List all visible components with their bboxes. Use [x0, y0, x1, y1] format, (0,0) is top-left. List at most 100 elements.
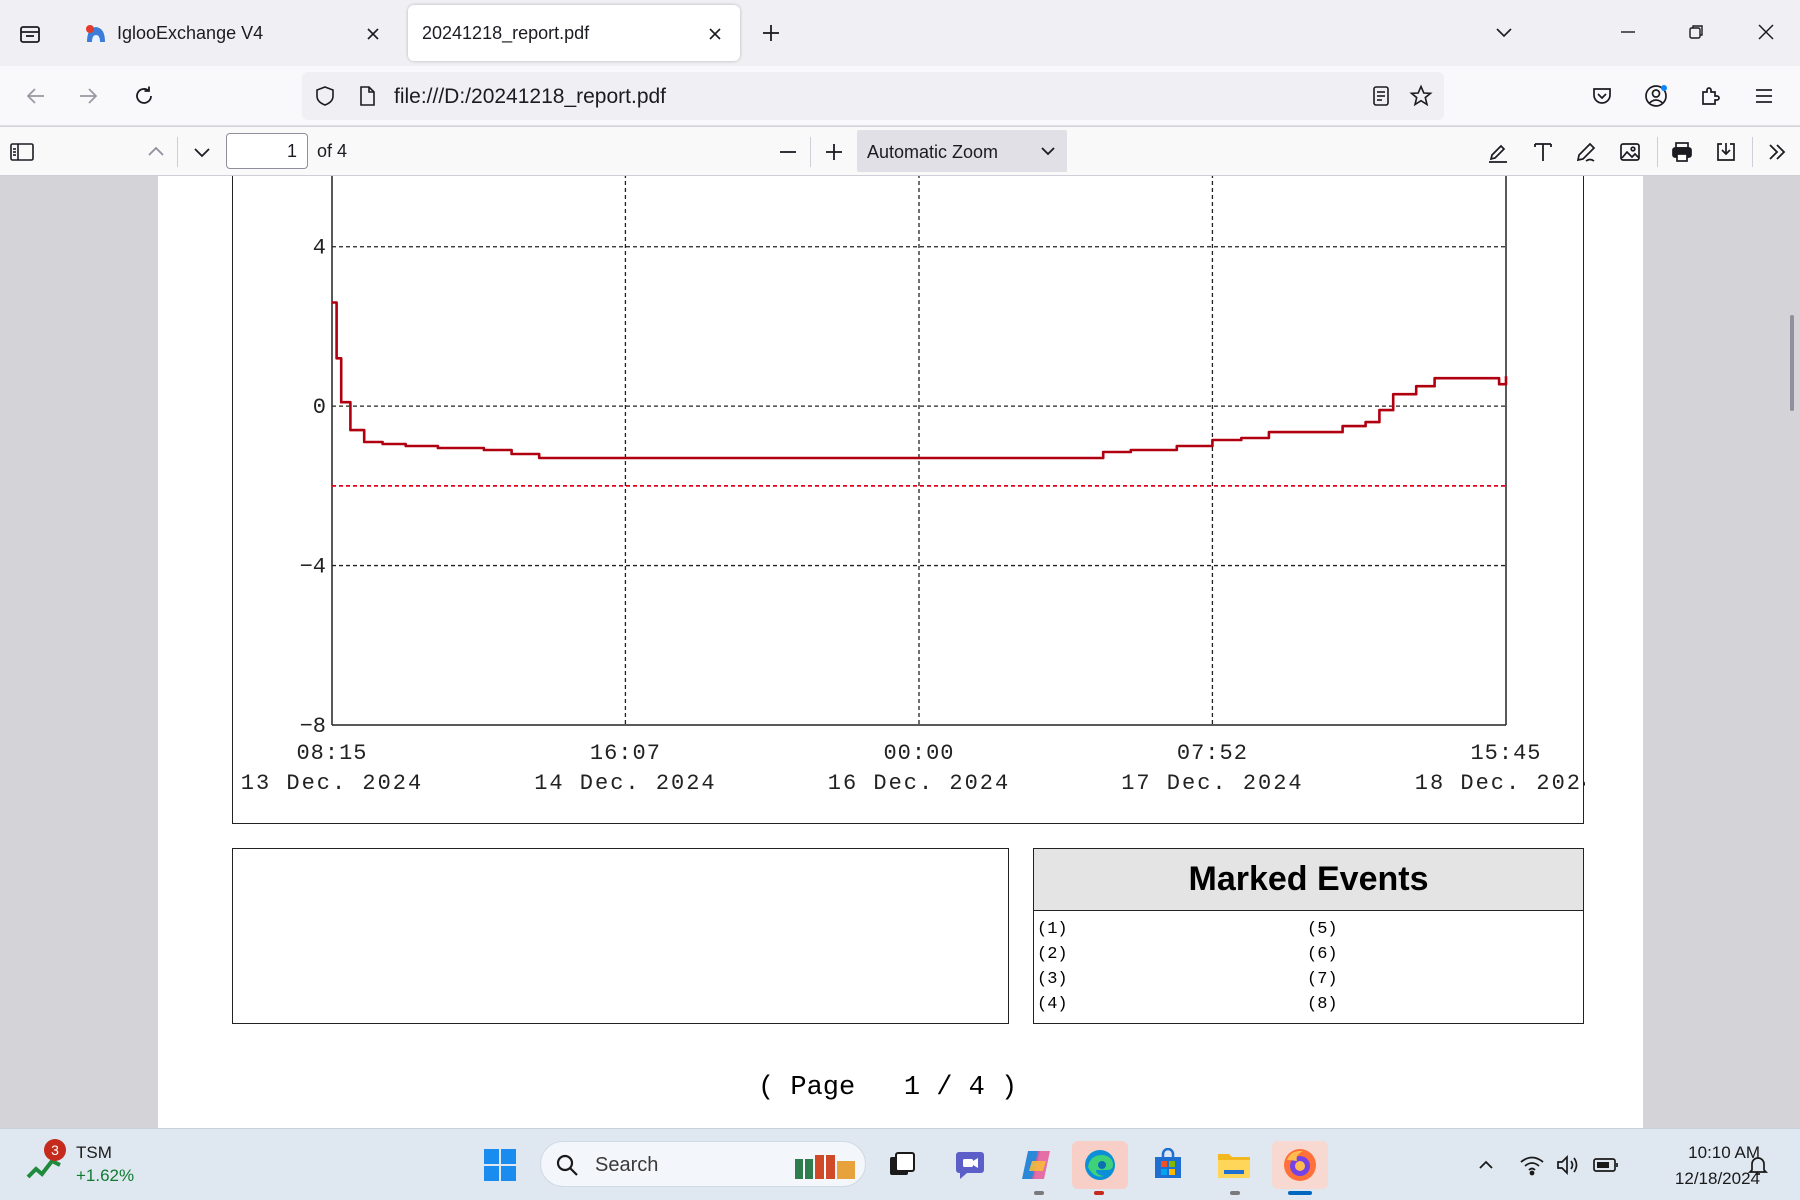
add-image-button[interactable]	[1614, 136, 1646, 168]
back-button[interactable]	[18, 78, 54, 114]
x-tick-time-label: 00:00	[883, 741, 954, 766]
page-footer: ( Page 1 / 4 )	[758, 1073, 1018, 1103]
volume-button[interactable]	[1554, 1151, 1582, 1179]
save-button[interactable]	[1710, 136, 1742, 168]
y-tick-label: −4	[300, 555, 326, 580]
chat-icon	[956, 1152, 984, 1179]
tab-title: 20241218_report.pdf	[422, 23, 590, 43]
page-number-input[interactable]	[226, 133, 308, 169]
forward-button[interactable]	[70, 78, 106, 114]
reload-button[interactable]	[126, 78, 162, 114]
chevron-up-icon	[148, 146, 164, 156]
x-tick-time-label: 15:45	[1470, 741, 1541, 766]
search-icon	[556, 1154, 578, 1176]
pdf-viewer[interactable]: 4 0 −4 −8 08:15 13 Dec. 2024 16:07 14 Dec. 2024…	[0, 176, 1800, 1128]
tools-menu-button[interactable]	[1761, 136, 1793, 168]
app-menu-button[interactable]	[1746, 78, 1782, 114]
double-chevron-right-icon	[1769, 144, 1786, 160]
tab-list-button[interactable]	[14, 18, 46, 50]
chevron-down-icon	[194, 148, 210, 158]
list-all-tabs-button[interactable]	[1484, 14, 1524, 50]
puzzle-icon	[1702, 87, 1720, 105]
arrow-left-icon	[26, 88, 44, 104]
download-icon	[1717, 143, 1735, 161]
x-tick-date-label: 18 Dec. 2024	[1415, 771, 1585, 796]
notifications-button[interactable]	[1744, 1151, 1772, 1179]
event-item: (4)	[1037, 995, 1068, 1014]
event-item: (3)	[1037, 970, 1068, 989]
event-item: (8)	[1307, 995, 1338, 1014]
event-item: (6)	[1307, 945, 1338, 964]
pdf-page: 4 0 −4 −8 08:15 13 Dec. 2024 16:07 14 Dec. 2024…	[158, 176, 1643, 1128]
page-info-button[interactable]	[354, 83, 380, 109]
firefox-button[interactable]	[1272, 1141, 1328, 1189]
toolbar-separator	[1752, 137, 1753, 167]
network-button[interactable]	[1518, 1151, 1546, 1179]
toggle-sidebar-button[interactable]	[6, 136, 38, 168]
zoom-select-value: Automatic Zoom	[867, 142, 999, 162]
start-button[interactable]	[476, 1141, 524, 1189]
minimize-button[interactable]	[1608, 14, 1648, 50]
x-tick-time-label: 16:07	[590, 741, 661, 766]
add-text-button[interactable]	[1527, 136, 1559, 168]
battery-button[interactable]	[1592, 1151, 1620, 1179]
toolbar-separator	[810, 137, 811, 167]
stock-widget[interactable]: 3 TSM +1.62%	[22, 1139, 152, 1191]
clock-date[interactable]: 12/18/2024	[1630, 1169, 1760, 1189]
minimize-icon	[1621, 31, 1635, 33]
close-icon	[1758, 24, 1774, 40]
x-tick-date-label: 17 Dec. 2024	[1121, 771, 1303, 796]
microsoft-store-button[interactable]	[1144, 1141, 1192, 1189]
tab-close-button[interactable]	[702, 21, 728, 47]
account-button[interactable]	[1638, 78, 1674, 114]
y-tick-label: −8	[300, 714, 326, 739]
bookmark-button[interactable]	[1408, 83, 1434, 109]
firefox-icon	[1284, 1149, 1316, 1181]
pocket-button[interactable]	[1584, 78, 1620, 114]
close-icon	[709, 28, 721, 40]
image-icon	[1620, 143, 1640, 161]
marked-events-header: Marked Events	[1034, 849, 1583, 911]
task-view-button[interactable]	[878, 1141, 926, 1189]
zoom-in-button[interactable]	[818, 136, 850, 168]
ticker-symbol: TSM	[76, 1143, 112, 1162]
url-bar[interactable]: file:///D:/20241218_report.pdf	[302, 72, 1444, 120]
tab-iglooexchange[interactable]: IglooExchange V4	[68, 5, 398, 61]
shield-icon	[316, 86, 334, 106]
previous-page-button[interactable]	[140, 136, 172, 168]
zoom-select[interactable]: Automatic Zoom	[857, 130, 1067, 172]
minus-icon	[780, 151, 796, 153]
url-text[interactable]: file:///D:/20241218_report.pdf	[394, 85, 666, 109]
teams-chat-button[interactable]	[946, 1141, 994, 1189]
igloo-favicon-icon	[86, 25, 105, 42]
file-explorer-button[interactable]	[1210, 1141, 1258, 1189]
taskbar: 3 TSM +1.62% Search 10:10 AM 12/18/2024	[0, 1128, 1800, 1200]
tab-close-button[interactable]	[360, 21, 386, 47]
extensions-button[interactable]	[1692, 78, 1728, 114]
marked-events-title: Marked Events	[1188, 860, 1429, 898]
edge-button[interactable]	[1072, 1141, 1128, 1189]
close-icon	[367, 28, 379, 40]
folder-icon	[1218, 1154, 1250, 1178]
draw-button[interactable]	[1570, 136, 1602, 168]
tracking-protection-button[interactable]	[312, 83, 338, 109]
chevron-up-icon	[1479, 1160, 1493, 1169]
taskbar-search[interactable]: Search	[540, 1141, 866, 1187]
x-tick-date-label: 16 Dec. 2024	[828, 771, 1010, 796]
clock-time[interactable]: 10:10 AM	[1640, 1143, 1760, 1163]
restore-button[interactable]	[1676, 14, 1716, 50]
tab-report-pdf[interactable]: 20241218_report.pdf	[408, 5, 740, 61]
zoom-out-button[interactable]	[772, 136, 804, 168]
copilot-button[interactable]	[1012, 1141, 1060, 1189]
tab-list-icon	[20, 26, 40, 43]
close-window-button[interactable]	[1746, 14, 1786, 50]
new-tab-button[interactable]	[756, 18, 786, 48]
reader-view-icon	[1373, 86, 1389, 106]
reader-view-button[interactable]	[1368, 83, 1394, 109]
highlight-button[interactable]	[1482, 136, 1514, 168]
show-hidden-icons-button[interactable]	[1472, 1151, 1500, 1179]
next-page-button[interactable]	[186, 136, 218, 168]
print-button[interactable]	[1666, 136, 1698, 168]
running-indicator	[1094, 1191, 1104, 1195]
scrollbar-thumb[interactable]	[1790, 315, 1794, 411]
